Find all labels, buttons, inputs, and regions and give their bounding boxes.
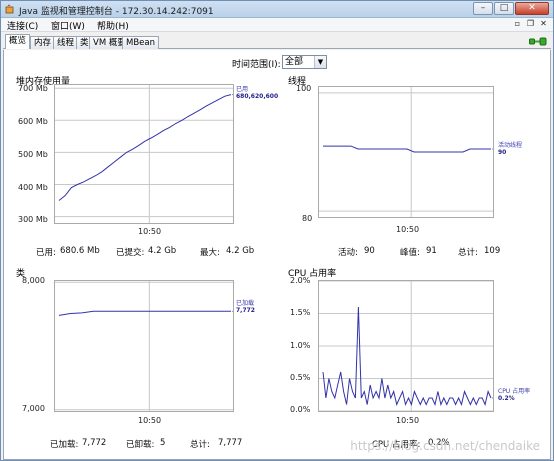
heap-legend-value: 680,620,600: [236, 93, 279, 100]
threads-chart: [319, 87, 493, 217]
cpu-legend-value: 0.2%: [498, 395, 515, 402]
heap-legend: 已用 680,620,600: [236, 86, 278, 100]
heap-ytick: 400 Mb: [18, 183, 48, 192]
heap-panel: 堆内存使用量 700 Mb 600 Mb 500 Mb 400 Mb 300 M…: [14, 74, 282, 259]
classes-end-marker: [232, 310, 233, 312]
heap-end-marker: [232, 94, 233, 96]
cpu-ytick: 0.0%: [290, 405, 311, 414]
classes-legend-label: 已加载: [236, 300, 255, 307]
heap-legend-label: 已用: [236, 86, 249, 93]
time-range-label: 时间范围(I):: [232, 60, 281, 70]
classes-chart: [55, 281, 233, 411]
threads-stat-peak-value: 91: [426, 246, 437, 256]
classes-legend: 已加载 7,772: [236, 300, 255, 314]
classes-plot-area: [54, 280, 234, 412]
connection-status-icon[interactable]: [529, 36, 547, 47]
heap-ytick: 600 Mb: [18, 117, 48, 126]
time-range-value: 全部: [285, 57, 304, 67]
heap-stat-used-label: 已用:: [36, 248, 56, 258]
heap-stat-max-label: 最大:: [200, 248, 220, 258]
classes-ytick: 8,000: [22, 276, 45, 285]
time-range-select[interactable]: 全部 ▼: [282, 55, 327, 69]
tab-mbean[interactable]: MBean: [122, 36, 159, 49]
threads-ytick: 80: [302, 214, 313, 223]
tab-overview[interactable]: 概览: [5, 34, 31, 49]
inner-minimize-icon[interactable]: ▫: [512, 19, 523, 30]
classes-legend-value: 7,772: [236, 307, 255, 314]
threads-end-marker: [492, 148, 493, 150]
tab-threads[interactable]: 线程: [53, 36, 79, 49]
threads-panel: 线程 100 80 10:50 活动线程 90 活动: 90 峰值: 91 总计…: [286, 74, 554, 259]
menu-help[interactable]: 帮助(H): [97, 19, 129, 32]
threads-legend: 活动线程 90: [498, 142, 522, 156]
heap-chart: [55, 85, 233, 223]
threads-stat-peak-label: 峰值:: [400, 248, 420, 258]
threads-ytick: 100: [296, 84, 312, 93]
heap-stat-committed-value: 4.2 Gb: [148, 246, 177, 256]
cpu-legend-label: CPU 占用率: [498, 388, 531, 395]
threads-stat-total-label: 总计:: [458, 248, 478, 258]
classes-stat-unloaded-label: 已卸载:: [126, 440, 155, 450]
menu-connection[interactable]: 连接(C): [7, 19, 38, 32]
cpu-chart: [319, 281, 493, 411]
classes-stat-loaded-label: 已加载:: [50, 440, 79, 450]
heap-stat-committed-label: 已提交:: [116, 248, 145, 258]
tab-memory[interactable]: 内存: [30, 36, 56, 49]
classes-stat-loaded-value: 7,772: [82, 438, 107, 448]
threads-series-line: [323, 145, 491, 153]
classes-ytick: 7,000: [22, 404, 45, 413]
watermark-text: https://blog.csdn.net/chendaike: [350, 439, 540, 453]
cpu-end-marker: [492, 397, 493, 399]
maximize-button[interactable]: □: [494, 2, 514, 15]
chevron-down-icon[interactable]: ▼: [314, 56, 326, 68]
inner-close-icon[interactable]: ✕: [538, 19, 549, 30]
heap-xtick: 10:50: [138, 227, 162, 236]
classes-stat-total-value: 7,777: [218, 438, 243, 448]
heap-ytick: 500 Mb: [18, 150, 48, 159]
classes-stat-unloaded-value: 5: [160, 438, 166, 448]
tab-bar: 概览 内存 线程 类 VM 概要 MBean: [3, 34, 551, 49]
cpu-ytick: 0.5%: [290, 373, 311, 382]
cpu-ytick: 2.0%: [290, 276, 311, 285]
cpu-ytick: 1.5%: [290, 308, 311, 317]
heap-plot-area: [54, 84, 234, 224]
cpu-ytick: 1.0%: [290, 341, 311, 350]
threads-stat-total-value: 109: [484, 246, 501, 256]
cpu-plot-area: [318, 280, 494, 412]
threads-xtick: 10:50: [396, 225, 420, 234]
close-button[interactable]: ✕: [515, 2, 549, 15]
window-title: Java 监视和管理控制台 - 172.30.14.242:7091: [19, 7, 214, 17]
inner-restore-icon[interactable]: ❐: [525, 19, 536, 30]
classes-stat-total-label: 总计:: [190, 440, 210, 450]
heap-ytick: 700 Mb: [18, 84, 48, 93]
title-bar[interactable]: Java 监视和管理控制台 - 172.30.14.242:7091 – □ ✕: [1, 1, 553, 18]
heap-stat-used-value: 680.6 Mb: [60, 246, 100, 256]
overview-content: 时间范围(I): 全部 ▼ 堆内存使用量 700 Mb 600 Mb 500 M…: [3, 50, 551, 460]
threads-legend-label: 活动线程: [498, 142, 523, 149]
classes-panel: 类 8,000 7,000 10:50 已加载 7,772 已加载: 7,772…: [14, 266, 282, 451]
menu-bar: 连接(C) 窗口(W) 帮助(H) ▫ ❐ ✕: [1, 18, 553, 32]
heap-ytick: 300 Mb: [18, 215, 48, 224]
cpu-xtick: 10:50: [396, 416, 420, 425]
java-app-icon: [5, 4, 14, 14]
classes-series-line: [58, 310, 231, 316]
app-window: Java 监视和管理控制台 - 172.30.14.242:7091 – □ ✕…: [0, 0, 554, 461]
minimize-button[interactable]: –: [473, 2, 493, 15]
cpu-panel: CPU 占用率 2.0% 1.5% 1.0% 0.5% 0.0% 10:50 C…: [286, 266, 554, 451]
cpu-legend: CPU 占用率 0.2%: [498, 388, 530, 402]
threads-stat-live-value: 90: [364, 246, 375, 256]
menu-window[interactable]: 窗口(W): [51, 19, 85, 32]
threads-legend-value: 90: [498, 149, 507, 156]
heap-stat-max-value: 4.2 Gb: [226, 246, 255, 256]
threads-plot-area: [318, 86, 494, 218]
time-range-row: 时间范围(I): 全部 ▼: [4, 55, 552, 70]
threads-stat-live-label: 活动:: [338, 248, 358, 258]
classes-xtick: 10:50: [138, 416, 162, 425]
cpu-series-line: [322, 306, 492, 407]
